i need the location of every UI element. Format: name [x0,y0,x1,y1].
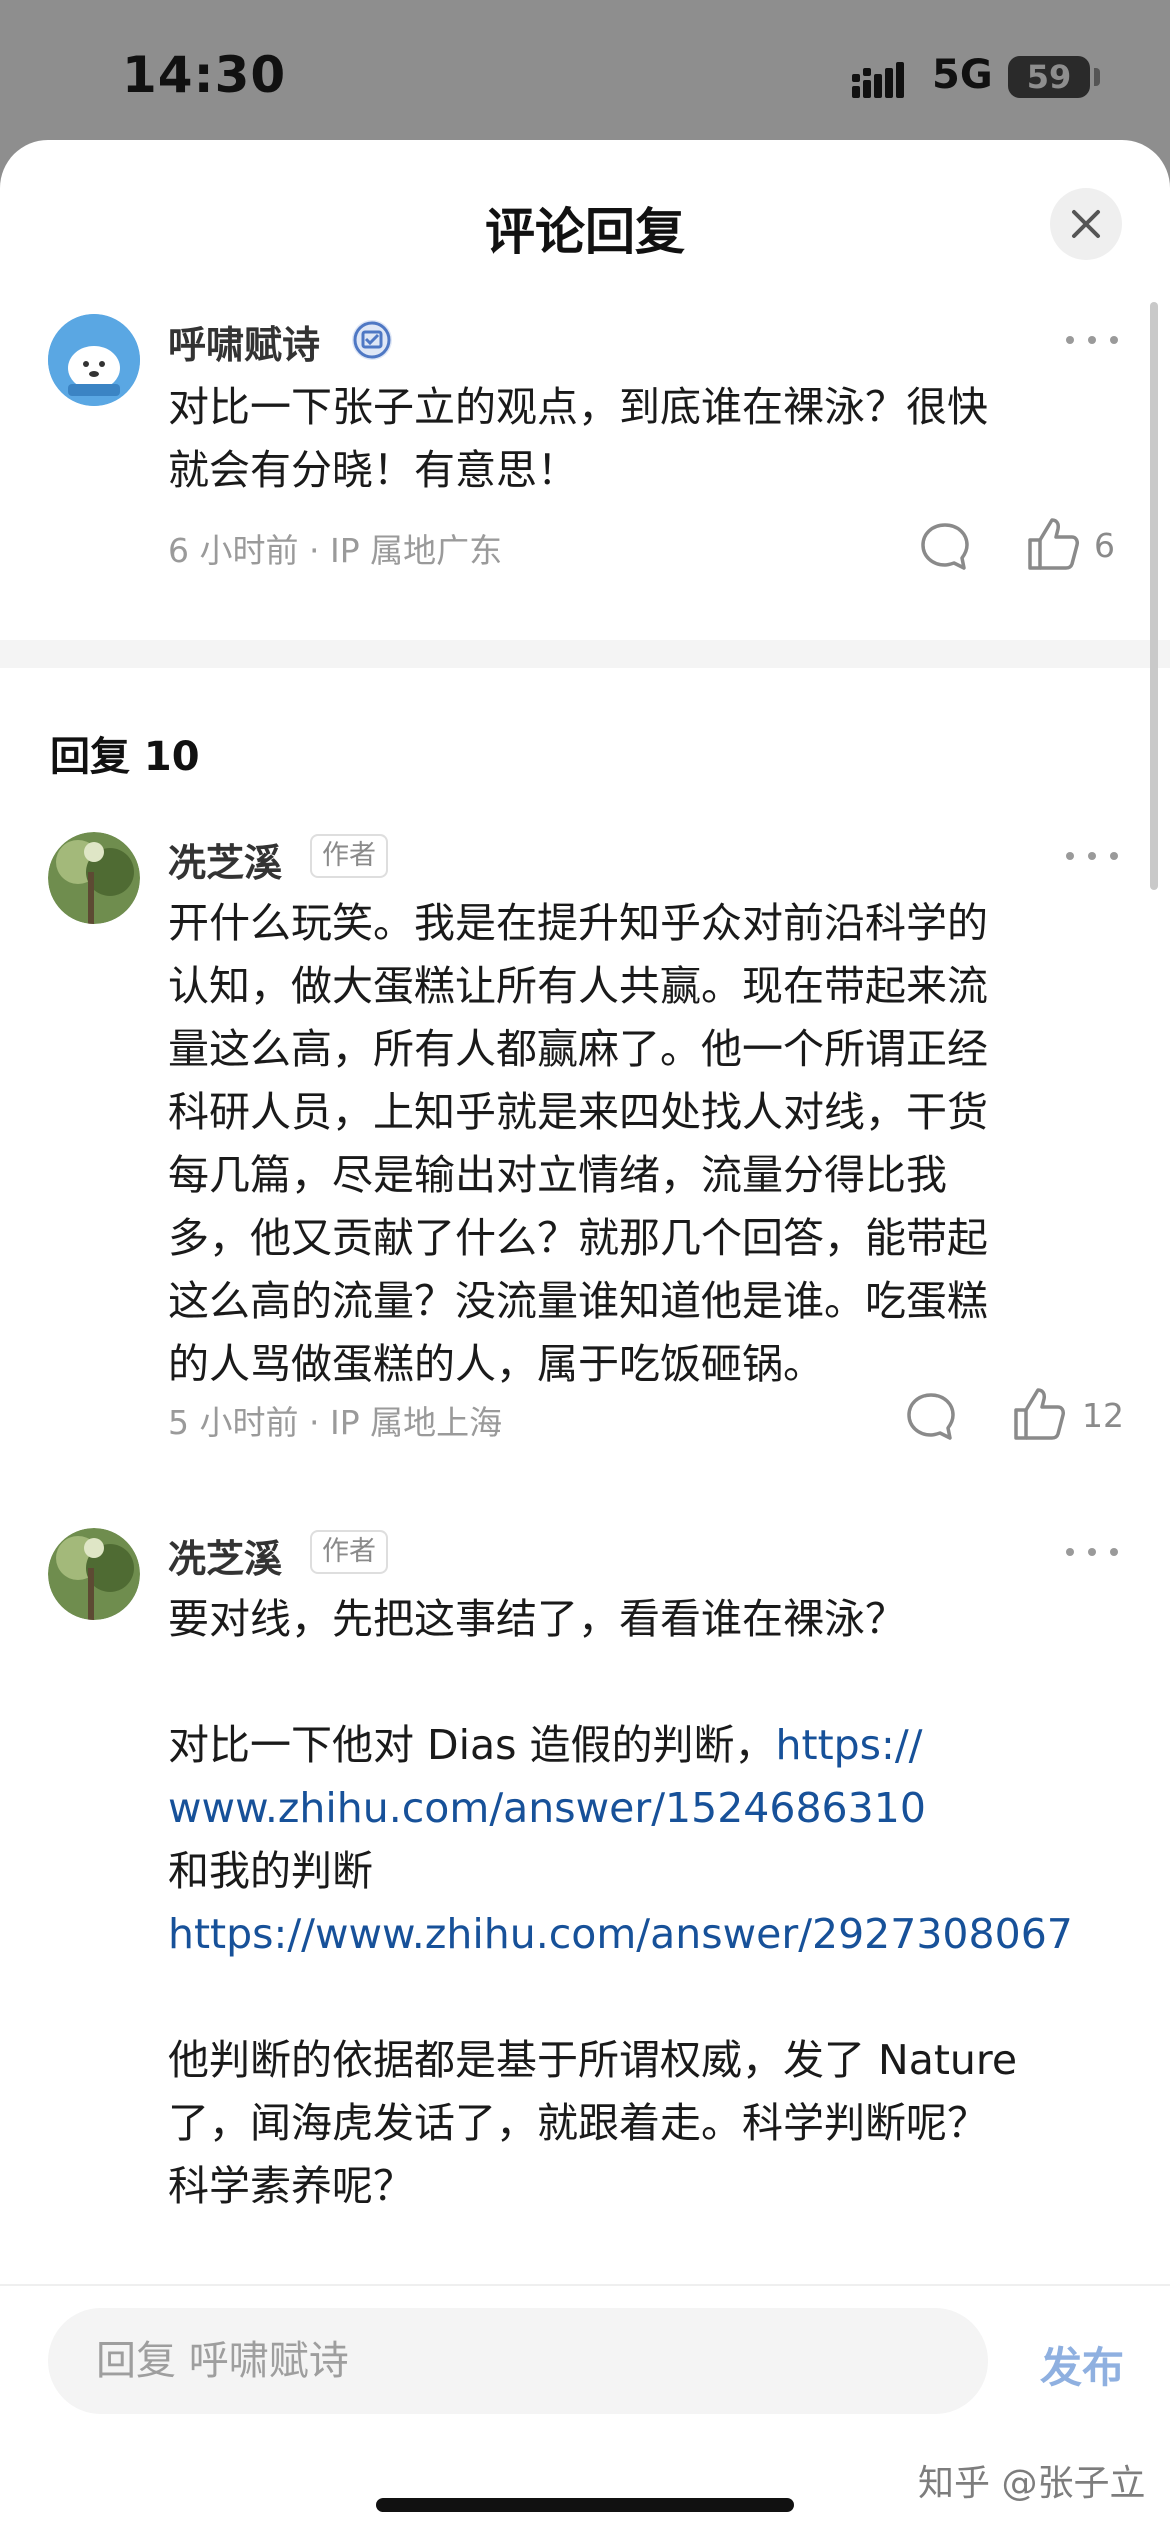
avatar-image [48,314,140,406]
like-count: 6 [1094,526,1115,565]
more-icon[interactable] [1064,330,1120,350]
reply-bar: 发布 知乎 @张子立 [0,2284,1170,2534]
reply-text-line: 了，闻海虎发话了，就跟着走。科学判断呢？ [168,2099,988,2147]
meta-dot: · [309,1403,330,1442]
reply-text-line: 要对线，先把这事结了，看看谁在裸泳？ [168,1595,906,1643]
status-bar: 14:30 5G 59 [0,0,1170,140]
comment-author[interactable]: 呼啸赋诗 [168,314,320,369]
replies-header: 回复 10 [50,734,200,780]
verified-badge-icon [352,320,392,360]
comment-reply-sheet: 评论回复 呼啸赋诗 对比一下张子立的观点，到底谁在裸泳？很快 就会有分晓！有意思… [0,140,1170,2532]
reply-text: 开什么玩笑。我是在提升知乎众对前沿科学的 认知，做大蛋糕让所有人共赢。现在带起来… [168,899,988,1388]
scrollbar[interactable] [1150,302,1158,890]
battery-level: 59 [1026,58,1072,96]
comment-icon[interactable] [918,520,972,574]
comment-text: 对比一下张子立的观点，到底谁在裸泳？很快 就会有分晓！有意思！ [168,383,988,494]
reply-time: 5 小时前 [168,1403,299,1442]
avatar-image [48,832,140,924]
watermark: 知乎 @张子立 [918,2463,1146,2504]
author-tag: 作者 [310,834,388,878]
publish-button[interactable]: 发布 [1040,2334,1124,2395]
more-icon[interactable] [1064,1542,1120,1562]
avatar[interactable] [48,832,140,924]
home-indicator[interactable] [376,2498,794,2512]
reply-meta: 5 小时前 · IP 属地上海 [168,1396,502,1444]
reply-text-line: 和我的判断 [168,1847,373,1895]
zhihu-link-2[interactable]: https://www.zhihu.com/answer/2927308067 [168,1903,1128,1966]
reply-input[interactable] [48,2308,988,2414]
zhihu-link-1[interactable]: https:// [776,1721,923,1769]
like-count: 12 [1082,1396,1124,1435]
like-icon[interactable] [1012,1386,1066,1442]
comment-location: IP 属地广东 [329,531,503,570]
comment-meta: 6 小时前 · IP 属地广东 [168,524,502,572]
battery-tip [1094,68,1100,86]
meta-dot: · [309,531,330,570]
reply-text-line: 科学素养呢？ [168,2162,414,2210]
avatar[interactable] [48,1528,140,1620]
comment-icon[interactable] [904,1390,958,1444]
sheet-title: 评论回复 [485,203,685,261]
network-label: 5G [932,52,993,98]
reply-location: IP 属地上海 [329,1403,503,1442]
section-divider [0,640,1170,668]
close-button[interactable] [1050,188,1122,260]
status-time: 14:30 [122,46,287,104]
reply-text-prefix: 对比一下他对 Dias 造假的判断， [168,1721,776,1769]
avatar-image [48,1528,140,1620]
avatar[interactable] [48,314,140,406]
comment-time: 6 小时前 [168,531,299,570]
author-tag: 作者 [310,1530,388,1574]
battery-icon: 59 [1008,56,1090,98]
signal-icon [852,62,904,98]
reply-text-line: 对比一下他对 Dias 造假的判断，https:// [168,1714,1128,1777]
zhihu-link-1-cont[interactable]: www.zhihu.com/answer/1524686310 [168,1777,1128,1840]
like-icon[interactable] [1026,516,1080,572]
more-icon[interactable] [1064,846,1120,866]
close-icon [1072,210,1100,238]
reply-text-line: 他判断的依据都是基于所谓权威，发了 Nature [168,2036,1018,2084]
reply-text-block: 要对线，先把这事结了，看看谁在裸泳？ 对比一下他对 Dias 造假的判断，htt… [168,1588,1128,2218]
reply-author[interactable]: 冼芝溪 [168,1528,282,1583]
reply-author[interactable]: 冼芝溪 [168,832,282,887]
